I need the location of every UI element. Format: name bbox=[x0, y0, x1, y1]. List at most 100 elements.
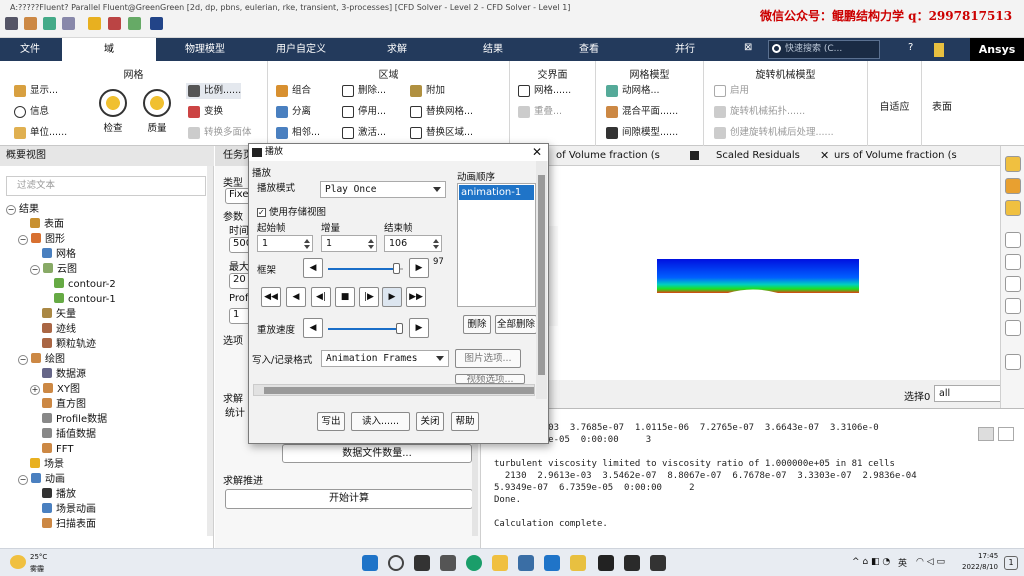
explorer-icon[interactable] bbox=[492, 555, 508, 571]
turbo-enable-checkbox[interactable]: 启用 bbox=[712, 83, 749, 99]
menu-user-defined[interactable]: 用户自定义 bbox=[254, 38, 348, 61]
toolbar-fit-icon[interactable] bbox=[1005, 254, 1021, 270]
video-options-button[interactable]: 视频选项... bbox=[455, 374, 525, 384]
tree-node-sweep-surface[interactable]: 扫描表面 bbox=[42, 517, 96, 532]
gear-icon[interactable] bbox=[62, 17, 75, 30]
delete-all-button[interactable]: 全部删除 bbox=[495, 315, 537, 334]
close-icon[interactable]: ✕ bbox=[532, 144, 542, 161]
fast-forward-button[interactable]: ▶▶ bbox=[406, 287, 426, 307]
network-sound-icon[interactable]: ◠ ◁ ▭ bbox=[916, 557, 945, 567]
ribbon-collapse-icon[interactable]: ⊠ bbox=[744, 42, 752, 53]
tree-node-particle-tracks[interactable]: 颗粒轨迹 bbox=[42, 337, 96, 352]
toolbar-view-icon[interactable] bbox=[1005, 276, 1021, 292]
mesh-quality-button[interactable]: 质量 bbox=[140, 89, 174, 134]
increment-input[interactable]: 1 bbox=[321, 235, 377, 252]
menu-file[interactable]: 文件 bbox=[0, 38, 60, 61]
fluent-icon[interactable] bbox=[5, 17, 18, 30]
tab-scaled-residuals[interactable]: Scaled Residuals bbox=[716, 146, 836, 166]
store-icon[interactable] bbox=[518, 555, 534, 571]
tree-node-data-sources[interactable]: 数据源 bbox=[42, 367, 86, 382]
tree-node-animations[interactable]: − 动画 bbox=[18, 472, 65, 487]
graphics-window[interactable] bbox=[548, 166, 1000, 408]
play-button[interactable]: |▶ bbox=[359, 287, 379, 307]
write-format-select[interactable]: Animation Frames bbox=[321, 350, 449, 367]
fluent-taskbar-icon[interactable] bbox=[624, 555, 640, 571]
quick-search-input[interactable]: 快速搜索 (C... bbox=[768, 40, 880, 59]
start-icon[interactable] bbox=[362, 555, 378, 571]
help-icon[interactable]: ? bbox=[908, 42, 913, 53]
layout-icon[interactable] bbox=[128, 17, 141, 30]
filter-input[interactable]: 过滤文本 bbox=[6, 176, 206, 196]
tab-volume-fraction-2[interactable]: urs of Volume fraction (s bbox=[834, 146, 984, 166]
speed-down-button[interactable]: ◀ bbox=[303, 318, 323, 338]
mesh-scale-button[interactable]: 比例...... bbox=[186, 83, 242, 99]
warning-icon[interactable] bbox=[978, 427, 994, 441]
help-button[interactable]: 帮助 bbox=[451, 412, 479, 431]
search-icon[interactable] bbox=[388, 555, 404, 571]
menu-view[interactable]: 查看 bbox=[542, 38, 636, 61]
tree-node-playback[interactable]: 播放 bbox=[42, 487, 76, 502]
zone-replace-zone-button[interactable]: 替换区域... bbox=[408, 125, 473, 141]
zone-deactivate-button[interactable]: 停用... bbox=[340, 104, 386, 120]
menu-solve[interactable]: 求解 bbox=[350, 38, 444, 61]
speed-up-button[interactable]: ▶ bbox=[409, 318, 429, 338]
zone-separate-button[interactable]: 分离 bbox=[274, 104, 311, 120]
frame-prev-button[interactable]: ◀ bbox=[303, 258, 323, 278]
tree-node-vectors[interactable]: 矢量 bbox=[42, 307, 76, 322]
toolbar-probe-icon[interactable] bbox=[1005, 320, 1021, 336]
clock-date[interactable]: 2022/8/10 bbox=[962, 563, 998, 571]
interface-overset-button[interactable]: 重叠... bbox=[516, 104, 562, 120]
end-frame-input[interactable]: 106 bbox=[384, 235, 442, 252]
edge-icon[interactable] bbox=[466, 555, 482, 571]
tree-node-mesh[interactable]: 网格 bbox=[42, 247, 76, 262]
ribbon-group-surface[interactable]: 表面 bbox=[922, 61, 962, 146]
use-stored-view-checkbox[interactable]: ✓ 使用存储视图 bbox=[257, 204, 326, 218]
step-back-button[interactable]: ◀ bbox=[286, 287, 306, 307]
tree-node-pathlines[interactable]: 迹线 bbox=[42, 322, 76, 337]
tree-node-fft[interactable]: FFT bbox=[42, 442, 73, 457]
data-file-quantities-button[interactable]: 数据文件数量... bbox=[282, 444, 472, 463]
notes-icon[interactable] bbox=[934, 43, 944, 57]
zone-delete-button[interactable]: 删除... bbox=[340, 83, 386, 99]
frame-next-button[interactable]: ▶ bbox=[409, 258, 429, 278]
turbo-topology-button[interactable]: 旋转机械拓扑...... bbox=[712, 104, 805, 120]
close-button[interactable]: 关闭 bbox=[416, 412, 444, 431]
app-icon[interactable] bbox=[598, 555, 614, 571]
mesh-polyhedra-button[interactable]: 转换多面体 bbox=[186, 125, 252, 141]
app-icon[interactable] bbox=[544, 555, 560, 571]
menu-results[interactable]: 结果 bbox=[446, 38, 540, 61]
list-item[interactable]: animation-1 bbox=[459, 185, 534, 200]
tree-node-graphics[interactable]: − 图形 bbox=[18, 232, 65, 247]
start-calculation-button[interactable]: 开始计算 bbox=[225, 489, 473, 509]
tree-node-results[interactable]: − 结果 bbox=[6, 202, 39, 217]
rewind-button[interactable]: ◀◀ bbox=[261, 287, 281, 307]
app-icon[interactable] bbox=[650, 555, 666, 571]
gap-model-button[interactable]: 间隙模型...... bbox=[604, 125, 678, 141]
mesh-check-button[interactable]: 检查 bbox=[96, 89, 130, 134]
toolbar-axes-icon[interactable] bbox=[1005, 354, 1021, 370]
zone-activate-button[interactable]: 激活... bbox=[340, 125, 386, 141]
tree-node-contour-2[interactable]: contour-2 bbox=[54, 277, 116, 292]
stop-button[interactable]: ■ bbox=[335, 287, 355, 307]
toolbar-undo-icon[interactable] bbox=[1005, 298, 1021, 314]
ime-indicator[interactable]: 英 bbox=[898, 556, 907, 569]
animation-sequence-list[interactable]: animation-1 bbox=[457, 183, 536, 307]
tree-node-plots[interactable]: − 绘图 bbox=[18, 352, 65, 367]
menu-physics[interactable]: 物理模型 bbox=[158, 38, 252, 61]
interface-mesh-button[interactable]: 网格...... bbox=[516, 83, 571, 99]
toolbar-rotate-icon[interactable] bbox=[1005, 200, 1021, 216]
clock-time[interactable]: 17:45 bbox=[978, 552, 998, 560]
step-forward-button[interactable]: ▶ bbox=[382, 287, 402, 307]
console[interactable]: .10458e-03 3.7685e-07 1.0115e-06 7.2765e… bbox=[490, 408, 1024, 548]
open-icon[interactable] bbox=[24, 17, 37, 30]
menu-parallel[interactable]: 并行 bbox=[638, 38, 732, 61]
notification-icon[interactable]: 1 bbox=[1004, 556, 1018, 570]
mdf-icon[interactable] bbox=[150, 17, 163, 30]
turbo-post-button[interactable]: 创建旋转机械后处理...... bbox=[712, 125, 834, 141]
tree-node-scene[interactable]: 场景 bbox=[30, 457, 64, 472]
lightning-icon[interactable] bbox=[88, 17, 101, 30]
tree-node-surfaces[interactable]: 表面 bbox=[30, 217, 64, 232]
tab-close-icon[interactable] bbox=[690, 151, 699, 160]
delete-button[interactable]: 删除 bbox=[463, 315, 491, 334]
mesh-transform-button[interactable]: 变换 bbox=[186, 104, 223, 120]
